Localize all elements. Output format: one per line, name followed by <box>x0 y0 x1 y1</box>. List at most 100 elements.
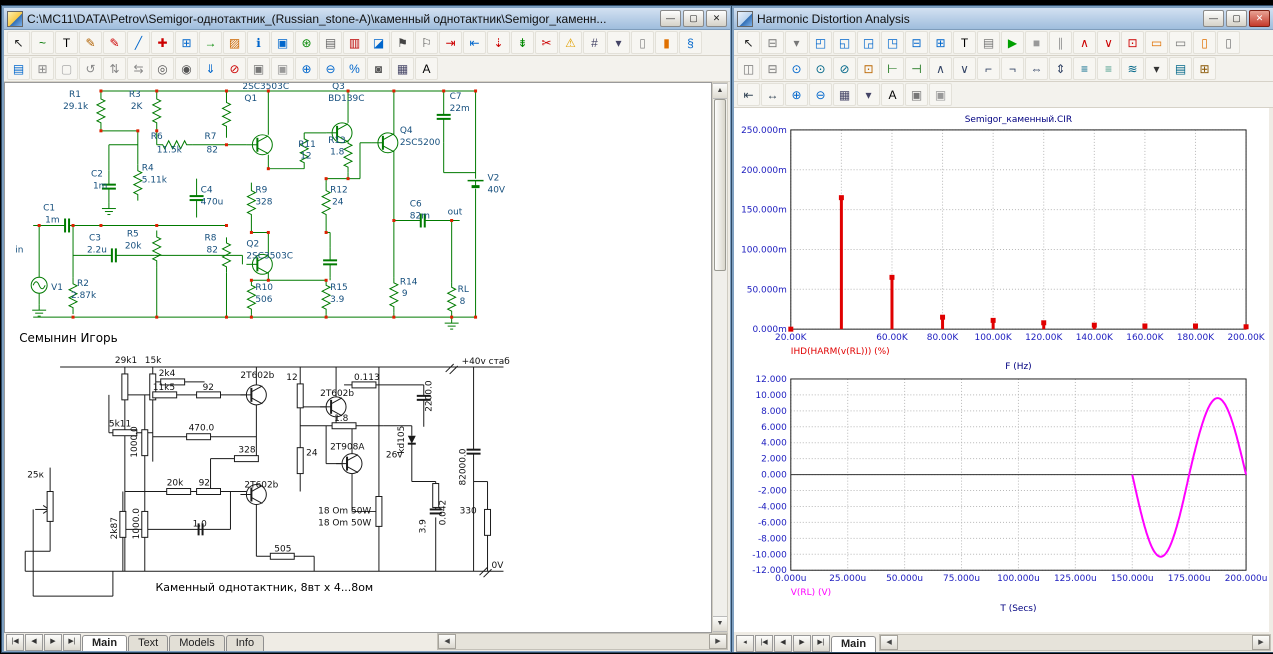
clipboard-dropdown-icon[interactable]: ▾ <box>785 31 808 54</box>
horizontal-cursor-icon[interactable]: ⊟ <box>905 31 928 54</box>
wave-edit-icon[interactable]: ⊡ <box>857 57 880 80</box>
warning-icon[interactable]: ⚠ <box>559 31 582 54</box>
scrollbar-track[interactable] <box>713 99 727 616</box>
find-next-icon[interactable]: ◉ <box>175 57 198 80</box>
plot-canvas[interactable]: Semigor_каменный.CIR250.000m200.000m150.… <box>734 108 1269 632</box>
window-icon[interactable]: ▢ <box>55 57 78 80</box>
properties-icon[interactable]: ▤ <box>977 31 1000 54</box>
page-nav-button-0[interactable]: ◂ <box>736 635 754 652</box>
scroll-right-button[interactable]: ▶ <box>1252 635 1270 650</box>
scrollbar-thumb[interactable] <box>714 99 726 271</box>
tile-one-icon[interactable]: ▭ <box>1145 31 1168 54</box>
clock-icon[interactable]: ⊙ <box>785 57 808 80</box>
pencil-tool-icon[interactable]: ✎ <box>79 31 102 54</box>
limits-icon[interactable]: ⊡ <box>1121 31 1144 54</box>
close-button[interactable]: ✕ <box>706 10 727 27</box>
grid-dropdown-icon[interactable]: ▾ <box>607 31 630 54</box>
copy-page-icon[interactable]: ▣ <box>929 83 952 106</box>
flag-check-icon[interactable]: ⚐ <box>415 31 438 54</box>
y-range-icon[interactable]: ⇕ <box>1049 57 1072 80</box>
chart-icon[interactable]: ◪ <box>367 31 390 54</box>
analysis-titlebar[interactable]: Harmonic Distortion Analysis —▢✕ <box>734 8 1273 30</box>
low-tag-icon[interactable]: ¬ <box>1001 57 1024 80</box>
page-nav-button-2[interactable]: ▶ <box>44 634 62 651</box>
camera-icon[interactable]: ◙ <box>367 57 390 80</box>
drop-wire-icon[interactable]: ⇣ <box>487 31 510 54</box>
vertical-scrollbar[interactable]: ▲ ▼ <box>712 82 728 633</box>
split-vertical-icon[interactable]: ⊟ <box>761 57 784 80</box>
page-nav-button-2[interactable]: ◀ <box>774 635 792 652</box>
peak-tag-icon[interactable]: ∧ <box>929 57 952 80</box>
step-text-icon[interactable]: ⇥ <box>439 31 462 54</box>
grid-dropdown-icon[interactable]: ▾ <box>857 83 880 106</box>
x-range-icon[interactable]: ⇔ <box>1025 57 1048 80</box>
flow-arrow-icon[interactable]: → <box>199 31 222 54</box>
grid-style-icon[interactable]: ▦ <box>391 57 414 80</box>
copy-graph-icon[interactable]: ▣ <box>905 83 928 106</box>
calculator-icon[interactable]: ⊞ <box>1193 57 1216 80</box>
mirror-icon[interactable]: ⇆ <box>127 57 150 80</box>
report-icon[interactable]: ▤ <box>1169 57 1192 80</box>
link-icon[interactable]: ⊛ <box>295 31 318 54</box>
scroll-right-button[interactable]: ▶ <box>709 634 727 649</box>
page-color-icon[interactable]: ▮ <box>655 31 678 54</box>
overlay-plots-icon[interactable]: ≡ <box>1097 57 1120 80</box>
paste-page-icon[interactable]: ▣ <box>271 57 294 80</box>
props-icon[interactable]: ▤ <box>7 57 30 80</box>
zoom-out-icon[interactable]: ⊖ <box>809 83 832 106</box>
page-icon[interactable]: ▯ <box>631 31 654 54</box>
schematic-titlebar[interactable]: C:\MC11\DATA\Petrov\Semigor-однотактник_… <box>4 8 730 30</box>
tile-three-icon[interactable]: ▯ <box>1193 31 1216 54</box>
pan-left-icon[interactable]: ⇤ <box>737 83 760 106</box>
schematic-canvas[interactable]: R129.1kR32K2SC3503CQ1Q3BD139CC722mR611.5… <box>4 82 712 633</box>
copy-page-icon[interactable]: ▣ <box>247 57 270 80</box>
peak-icon[interactable]: ∧ <box>1073 31 1096 54</box>
select-arrow-icon[interactable]: ↖ <box>737 31 760 54</box>
clipboard-icon[interactable]: ⊟ <box>761 31 784 54</box>
select-arrow-icon[interactable]: ↖ <box>7 31 30 54</box>
align-cursors-icon[interactable]: ≋ <box>1121 57 1144 80</box>
timer-icon[interactable]: ⊙ <box>809 57 832 80</box>
zoom-percent-icon[interactable]: % <box>343 57 366 80</box>
horizontal-scrollbar[interactable]: ◀▶ <box>879 634 1271 651</box>
flag-a-icon[interactable]: ⚑ <box>391 31 414 54</box>
stack-plots-icon[interactable]: ≡ <box>1073 57 1096 80</box>
zoom-question-icon[interactable]: ⊘ <box>833 57 856 80</box>
scale-mode-icon[interactable]: ◰ <box>809 31 832 54</box>
split-horizontal-icon[interactable]: ◫ <box>737 57 760 80</box>
text-mode-icon[interactable]: T <box>55 31 78 54</box>
valley-tag-icon[interactable]: ∨ <box>953 57 976 80</box>
align-text-icon[interactable]: ⇤ <box>463 31 486 54</box>
page-nav-button-4[interactable]: ▶| <box>812 635 830 652</box>
page-nav-button-0[interactable]: |◀ <box>6 634 24 651</box>
maximize-button[interactable]: ▢ <box>683 10 704 27</box>
help-book-icon[interactable]: ▥ <box>343 31 366 54</box>
abort-icon[interactable]: ⊘ <box>223 57 246 80</box>
tile-windows-icon[interactable]: ⊞ <box>31 57 54 80</box>
pause-icon[interactable]: ∥ <box>1049 31 1072 54</box>
scrollbar-track[interactable] <box>898 635 1252 650</box>
page-nav-button-1[interactable]: ◀ <box>25 634 43 651</box>
scroll-up-button[interactable]: ▲ <box>713 83 727 99</box>
pan-range-icon[interactable]: ↔ <box>761 83 784 106</box>
flip-vertical-icon[interactable]: ⇅ <box>103 57 126 80</box>
cut-signal-icon[interactable]: ✂ <box>535 31 558 54</box>
current-probe-icon[interactable]: ⇟ <box>511 31 534 54</box>
tile-four-icon[interactable]: ▯ <box>1217 31 1240 54</box>
zoom-in-icon[interactable]: ⊕ <box>295 57 318 80</box>
pin-tool-icon[interactable]: ✚ <box>151 31 174 54</box>
grid-style-icon[interactable]: ▦ <box>833 83 856 106</box>
sheet-edit-icon[interactable]: ▤ <box>319 31 342 54</box>
close-button[interactable]: ✕ <box>1249 10 1270 27</box>
line-tool-icon[interactable]: ╱ <box>127 31 150 54</box>
paint-roller-icon[interactable]: ▨ <box>223 31 246 54</box>
download-icon[interactable]: ⇓ <box>199 57 222 80</box>
tab-main[interactable]: Main <box>831 636 876 652</box>
cursor-right-icon[interactable]: ⊣ <box>905 57 928 80</box>
font-icon[interactable]: A <box>415 57 438 80</box>
horizontal-scrollbar[interactable]: ◀▶ <box>437 633 728 650</box>
scroll-left-button[interactable]: ◀ <box>438 634 456 649</box>
maximize-button[interactable]: ▢ <box>1226 10 1247 27</box>
tab-info[interactable]: Info <box>226 635 264 651</box>
tab-text[interactable]: Text <box>128 635 168 651</box>
